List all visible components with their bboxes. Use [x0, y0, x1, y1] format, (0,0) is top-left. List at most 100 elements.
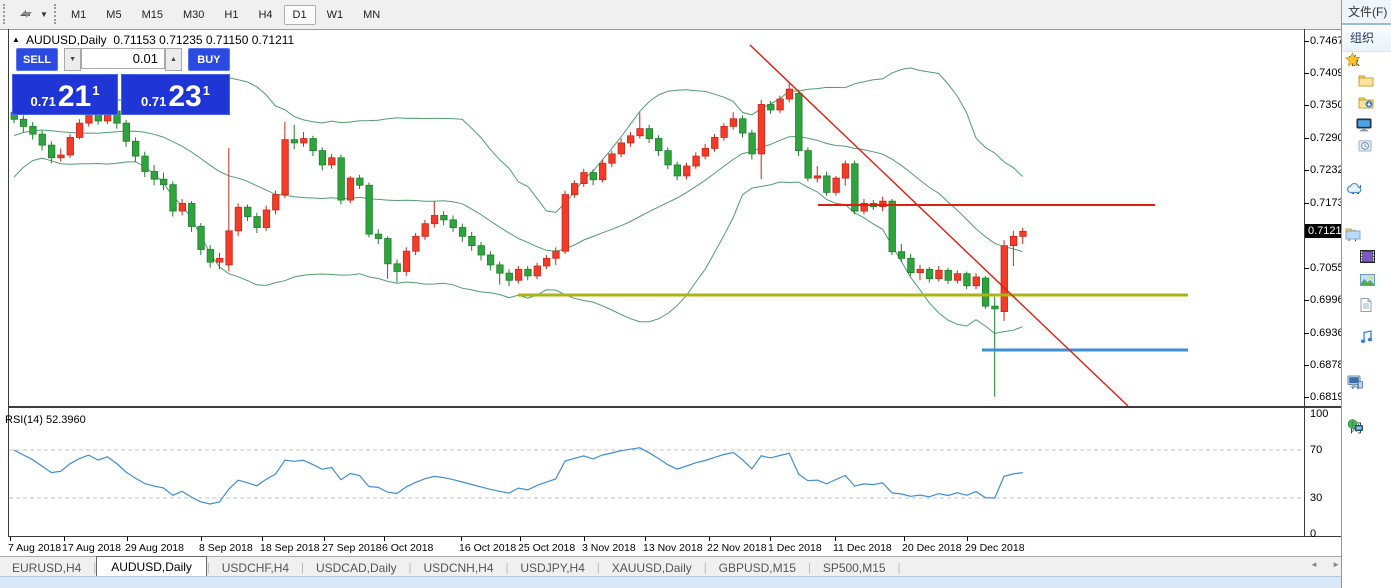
- candle-body: [898, 252, 905, 259]
- chart-tab-sp500-m15[interactable]: SP500,M15: [811, 558, 898, 577]
- rsi-indicator-label: RSI(14) 52.3960: [0, 411, 86, 426]
- candle-body: [30, 126, 37, 134]
- candle-body: [142, 156, 149, 171]
- candle-body: [525, 269, 532, 276]
- rsi-separator[interactable]: [8, 406, 1341, 408]
- explorer-item-label: 收: [1348, 52, 1360, 69]
- date-axis-label: 27 Sep 2018: [322, 542, 382, 554]
- candle-body: [422, 224, 429, 237]
- toolbar-dropdown-icon[interactable]: ▼: [40, 10, 48, 19]
- candle-body: [245, 207, 252, 216]
- explorer-item-label: 计: [1350, 375, 1362, 392]
- price-axis-tick: [1304, 333, 1309, 334]
- toolbar-grip-2[interactable]: [54, 4, 60, 24]
- candle-body: [693, 156, 700, 166]
- candle-body: [310, 139, 317, 151]
- timeframe-button-m30[interactable]: M30: [174, 5, 213, 25]
- candle-body: [403, 251, 410, 271]
- date-axis-tick: [584, 537, 585, 541]
- timeframe-button-mn[interactable]: MN: [354, 5, 389, 25]
- candle-body: [842, 164, 849, 178]
- chart-tab-eurusd-h4[interactable]: EURUSD,H4: [0, 558, 93, 577]
- price-axis-tick: [1304, 268, 1309, 269]
- date-axis-label: 6 Oct 2018: [382, 542, 433, 554]
- candle-body: [992, 306, 999, 309]
- chart-tab-xauusd-daily[interactable]: XAUUSD,Daily: [600, 558, 704, 577]
- ask-quote-box[interactable]: 0.71 23 1: [121, 74, 230, 115]
- date-axis-tick: [64, 537, 65, 541]
- candle-body: [674, 165, 681, 176]
- explorer-item-network[interactable]: 网: [1347, 419, 1362, 436]
- chart-tab-usdcad-daily[interactable]: USDCAD,Daily: [304, 558, 409, 577]
- chart-tab-usdcnh-h4[interactable]: USDCNH,H4: [412, 558, 506, 577]
- candle-body: [441, 215, 448, 219]
- price-axis-tick: [1304, 300, 1309, 301]
- explorer-item-computer[interactable]: 计: [1347, 375, 1362, 392]
- price-axis-tick: [1304, 365, 1309, 366]
- timeframe-button-m15[interactable]: M15: [133, 5, 172, 25]
- candle-body: [945, 270, 952, 280]
- candle-body: [936, 270, 943, 278]
- date-axis-tick: [201, 537, 202, 541]
- bid-quote-box[interactable]: 0.71 21 1: [12, 74, 118, 115]
- candle-body: [1001, 246, 1008, 312]
- timeframe-button-m5[interactable]: M5: [97, 5, 130, 25]
- timeframe-button-h1[interactable]: H1: [215, 5, 247, 25]
- candle-body: [338, 158, 345, 200]
- candle-body: [880, 201, 887, 206]
- candle-body: [207, 250, 214, 263]
- explorer-item-star[interactable]: 收: [1345, 52, 1360, 69]
- volume-input[interactable]: [81, 48, 165, 69]
- explorer-item-cloud[interactable]: W: [1347, 183, 1361, 197]
- volume-increase-button[interactable]: ▲: [165, 48, 182, 71]
- explorer-item-label: W: [1350, 183, 1361, 197]
- chart-tab-audusd-daily[interactable]: AUDUSD,Daily: [96, 556, 207, 577]
- panel-collapse-icon[interactable]: ▲: [12, 35, 20, 44]
- candle-body: [179, 203, 186, 211]
- date-axis-label: 11 Dec 2018: [833, 542, 892, 554]
- chart-tab-usdchf-h4[interactable]: USDCHF,H4: [210, 558, 301, 577]
- candle-body: [282, 140, 289, 195]
- sell-button[interactable]: SELL: [16, 48, 58, 71]
- candle-body: [758, 104, 765, 153]
- price-axis-tick: [1304, 170, 1309, 171]
- candle-body: [1010, 236, 1017, 245]
- candle-body: [833, 178, 840, 192]
- date-axis-label: 3 Nov 2018: [582, 542, 636, 554]
- timeframe-button-w1[interactable]: W1: [318, 5, 353, 25]
- volume-decrease-button[interactable]: ▼: [64, 48, 81, 71]
- candle-body: [478, 246, 485, 255]
- toolbar-grip[interactable]: [3, 4, 9, 24]
- candle-body: [329, 158, 336, 165]
- chart-tab-gbpusd-m15[interactable]: GBPUSD,M15: [707, 558, 808, 577]
- price-axis-tick: [1304, 203, 1309, 204]
- rsi-axis-label: 100: [1310, 408, 1328, 420]
- date-axis-tick: [262, 537, 263, 541]
- candle-body: [263, 210, 270, 228]
- candle-body: [599, 163, 606, 179]
- candle-body: [917, 269, 924, 272]
- candle-body: [908, 258, 915, 272]
- timeframe-button-d1[interactable]: D1: [284, 5, 316, 25]
- candle-body: [58, 155, 64, 158]
- candle-body: [553, 251, 560, 258]
- arrows-icon[interactable]: [16, 5, 38, 23]
- date-axis-tick: [904, 537, 905, 541]
- candle-body: [291, 140, 298, 143]
- candle-body: [170, 185, 177, 211]
- bollinger-lower-band: [14, 158, 1023, 333]
- explorer-file-menu[interactable]: 文件(F): [1342, 0, 1391, 25]
- buy-button[interactable]: BUY: [188, 48, 230, 71]
- candle-body: [506, 273, 513, 280]
- timeframe-button-m1[interactable]: M1: [62, 5, 95, 25]
- candle-body: [226, 231, 233, 265]
- candle-body: [702, 148, 709, 156]
- candle-body: [861, 203, 868, 211]
- explorer-organize-button[interactable]: 组织: [1342, 25, 1391, 52]
- candle-body: [627, 136, 634, 143]
- timeframe-button-h4[interactable]: H4: [249, 5, 281, 25]
- chart-tab-usdjpy-h4[interactable]: USDJPY,H4: [508, 558, 596, 577]
- explorer-item-library[interactable]: 库: [1345, 227, 1360, 244]
- candle-body: [235, 207, 242, 231]
- date-axis-tick: [770, 537, 771, 541]
